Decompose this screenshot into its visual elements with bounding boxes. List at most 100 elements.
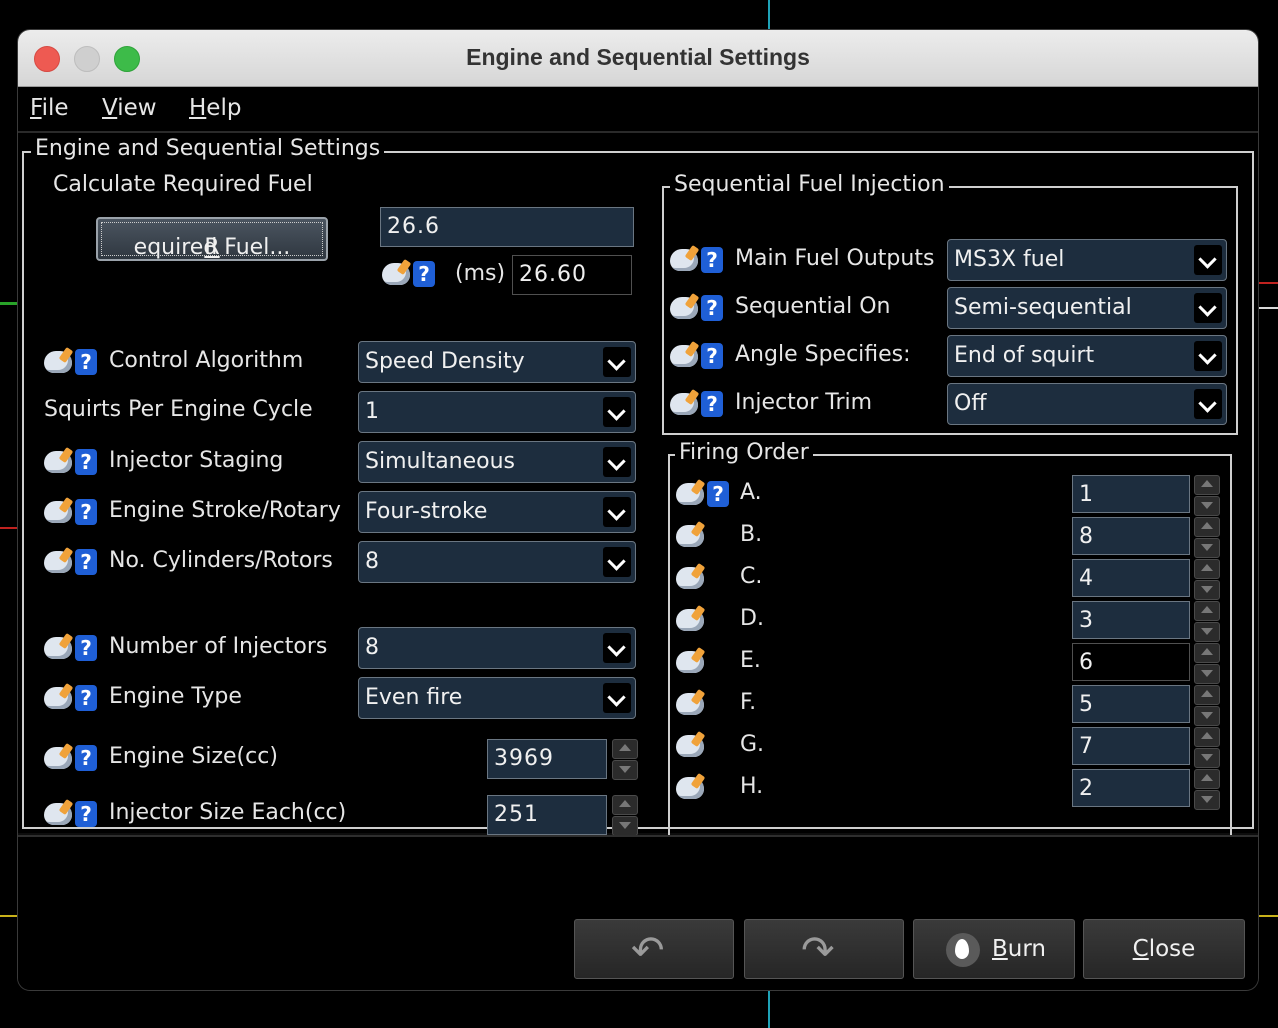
spinner-up-icon[interactable] [1194, 643, 1220, 663]
pen-icon[interactable] [382, 263, 410, 285]
help-icon[interactable]: ? [75, 685, 97, 711]
spinner-down-icon[interactable] [1194, 580, 1220, 600]
spinner-down-icon[interactable] [612, 816, 638, 836]
firing-order-input[interactable]: 5 [1072, 685, 1190, 723]
firing-order-spinner[interactable] [1194, 475, 1220, 516]
pen-icon[interactable] [670, 249, 698, 271]
help-icon[interactable]: ? [75, 549, 97, 575]
spinner-down-icon[interactable] [612, 760, 638, 780]
firing-order-spinner[interactable] [1194, 643, 1220, 684]
firing-order-input[interactable]: 7 [1072, 727, 1190, 765]
pen-icon[interactable] [670, 393, 698, 415]
req-fuel-input[interactable]: 26.6 [380, 207, 634, 247]
firing-order-spinner[interactable] [1194, 559, 1220, 600]
pen-icon[interactable] [44, 637, 72, 659]
pen-icon[interactable] [44, 501, 72, 523]
spinner-down-icon[interactable] [1194, 664, 1220, 684]
pen-icon[interactable] [44, 451, 72, 473]
pen-icon[interactable] [676, 525, 704, 547]
spinner-down-icon[interactable] [1194, 748, 1220, 768]
help-icon[interactable]: ? [75, 635, 97, 661]
pen-icon[interactable] [44, 687, 72, 709]
help-icon[interactable]: ? [701, 343, 723, 369]
pen-icon[interactable] [676, 483, 704, 505]
firing-order-spinner[interactable] [1194, 517, 1220, 558]
firing-order-input[interactable]: 3 [1072, 601, 1190, 639]
help-icon[interactable]: ? [701, 295, 723, 321]
spinner-up-icon[interactable] [1194, 601, 1220, 621]
pen-icon[interactable] [676, 567, 704, 589]
engine-size-input[interactable]: 3969 [487, 739, 607, 779]
angle-specifies-select[interactable]: End of squirt [947, 335, 1227, 377]
spinner-down-icon[interactable] [1194, 706, 1220, 726]
pen-icon[interactable] [676, 735, 704, 757]
injector-staging-label: Injector Staging [109, 448, 284, 473]
firing-order-input[interactable]: 1 [1072, 475, 1190, 513]
firing-order-spinner[interactable] [1194, 685, 1220, 726]
help-icon[interactable]: ? [413, 261, 435, 287]
menu-help[interactable]: Help [189, 95, 241, 121]
pen-icon[interactable] [676, 609, 704, 631]
pen-icon[interactable] [676, 651, 704, 673]
help-icon[interactable]: ? [701, 391, 723, 417]
injector-staging-select[interactable]: Simultaneous [358, 441, 636, 483]
help-icon[interactable]: ? [75, 449, 97, 475]
spinner-up-icon[interactable] [1194, 727, 1220, 747]
sequential-on-select[interactable]: Semi-sequential [947, 287, 1227, 329]
spinner-up-icon[interactable] [1194, 559, 1220, 579]
close-button[interactable]: Close [1083, 919, 1245, 979]
spinner-down-icon[interactable] [1194, 538, 1220, 558]
spinner-up-icon[interactable] [1194, 475, 1220, 495]
control-algorithm-select[interactable]: Speed Density [358, 341, 636, 383]
firing-order-spinner[interactable] [1194, 727, 1220, 768]
firing-order-input[interactable]: 8 [1072, 517, 1190, 555]
injector-size-input[interactable]: 251 [487, 795, 607, 835]
pen-icon[interactable] [670, 345, 698, 367]
spinner-up-icon[interactable] [1194, 769, 1220, 789]
menu-file[interactable]: File [30, 95, 69, 121]
redo-button[interactable]: ↷ [744, 919, 904, 979]
engine-stroke-select[interactable]: Four-stroke [358, 491, 636, 533]
burn-button[interactable]: Burn [913, 919, 1075, 979]
help-icon[interactable]: ? [701, 247, 723, 273]
title-bar[interactable]: Engine and Sequential Settings [18, 30, 1258, 87]
undo-button[interactable]: ↶ [574, 919, 734, 979]
firing-order-spinner[interactable] [1194, 601, 1220, 642]
pen-icon[interactable] [676, 777, 704, 799]
pen-icon[interactable] [676, 693, 704, 715]
engine-size-spinner[interactable] [612, 739, 638, 780]
spinner-up-icon[interactable] [1194, 685, 1220, 705]
pen-icon[interactable] [44, 551, 72, 573]
firing-order-spinner[interactable] [1194, 769, 1220, 810]
firing-order-input[interactable]: 6 [1072, 643, 1190, 681]
firing-order-input[interactable]: 4 [1072, 559, 1190, 597]
cylinders-select[interactable]: 8 [358, 541, 636, 583]
spinner-down-icon[interactable] [1194, 790, 1220, 810]
main-fuel-outputs-select[interactable]: MS3X fuel [947, 239, 1227, 281]
engine-type-select[interactable]: Even fire [358, 677, 636, 719]
help-icon[interactable]: ? [75, 745, 97, 771]
pen-icon[interactable] [44, 351, 72, 373]
pen-icon[interactable] [44, 803, 72, 825]
spinner-up-icon[interactable] [612, 739, 638, 759]
num-injectors-select[interactable]: 8 [358, 627, 636, 669]
squirts-select[interactable]: 1 [358, 391, 636, 433]
pen-icon[interactable] [670, 297, 698, 319]
background-line [768, 990, 770, 1028]
firing-order-input[interactable]: 2 [1072, 769, 1190, 807]
spinner-down-icon[interactable] [1194, 622, 1220, 642]
required-fuel-button[interactable]: Required Fuel... [96, 217, 328, 261]
pen-icon[interactable] [44, 747, 72, 769]
background-line [0, 302, 18, 305]
help-icon[interactable]: ? [75, 499, 97, 525]
spinner-up-icon[interactable] [1194, 517, 1220, 537]
menu-view[interactable]: View [102, 95, 157, 121]
help-icon[interactable]: ? [75, 801, 97, 827]
spinner-down-icon[interactable] [1194, 496, 1220, 516]
spinner-up-icon[interactable] [612, 795, 638, 815]
injector-trim-select[interactable]: Off [947, 383, 1227, 425]
settings-dialog: Engine and Sequential Settings File View… [18, 30, 1258, 990]
injector-size-spinner[interactable] [612, 795, 638, 836]
help-icon[interactable]: ? [75, 349, 97, 375]
help-icon[interactable]: ? [707, 481, 729, 507]
